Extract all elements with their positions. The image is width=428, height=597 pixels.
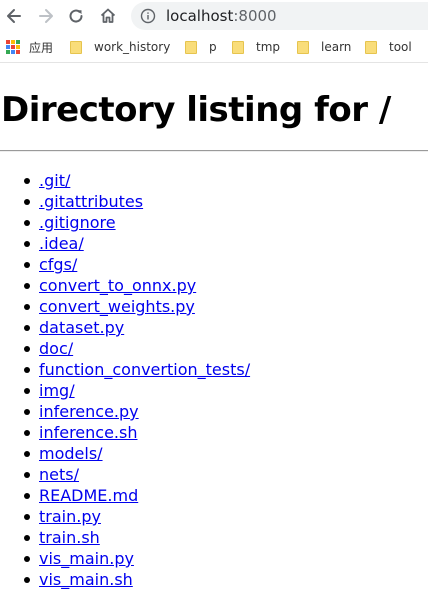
list-item: dataset.py [0,317,250,338]
bookmarks-bar: 应用 work_history p tmp learn tool [0,32,428,63]
directory-list: .git/ .gitattributes .gitignore .idea/ c… [0,170,250,590]
bookmark-apps-label: 应用 [29,40,54,55]
bullet [24,220,30,226]
entry-link[interactable]: convert_weights.py [39,297,195,316]
list-item: train.py [0,506,250,527]
list-item: vis_main.sh [0,569,250,590]
entry-link[interactable]: train.sh [39,528,100,547]
entry-link[interactable]: dataset.py [39,318,124,337]
list-item: convert_to_onnx.py [0,275,250,296]
bookmark-label: tool [389,40,412,54]
list-item: .gitattributes [0,191,250,212]
bookmark-tool[interactable]: tool [365,38,412,56]
list-item: .gitignore [0,212,250,233]
apps-grid-icon [6,40,20,54]
bullet [24,409,30,415]
bullet [24,178,30,184]
bullet [24,367,30,373]
bullet [24,556,30,562]
list-item: train.sh [0,527,250,548]
entry-link[interactable]: .gitattributes [39,192,143,211]
home-button[interactable] [96,4,120,28]
list-item: models/ [0,443,250,464]
page-content: Directory listing for / .git/ .gitattrib… [0,63,428,597]
entry-link[interactable]: doc/ [39,339,73,358]
list-item: img/ [0,380,250,401]
reload-button[interactable] [64,4,88,28]
bookmark-label: p [209,40,217,54]
info-icon[interactable] [140,8,156,24]
folder-icon [297,40,309,54]
bullet [24,472,30,478]
url-text[interactable]: localhost:8000 [166,7,277,25]
entry-link[interactable]: models/ [39,444,103,463]
list-item: .git/ [0,170,250,191]
page-title: Directory listing for / [1,90,391,130]
entry-link[interactable]: vis_main.py [39,549,134,568]
address-bar[interactable]: localhost:8000 [131,2,428,30]
divider [0,150,428,152]
list-item: function_convertion_tests/ [0,359,250,380]
bullet [24,325,30,331]
bullet [24,304,30,310]
bullet [24,577,30,583]
bullet [24,493,30,499]
bookmark-label: learn [321,40,352,54]
entry-link[interactable]: train.py [39,507,101,526]
folder-icon [232,40,244,54]
bullet [24,388,30,394]
entry-link[interactable]: function_convertion_tests/ [39,360,250,379]
list-item: convert_weights.py [0,296,250,317]
folder-icon [70,40,82,54]
entry-link[interactable]: README.md [39,486,138,505]
url-host: localhost [166,7,234,25]
home-icon [100,8,116,23]
bookmark-work-history[interactable]: work_history [70,38,170,56]
url-port: :8000 [233,7,277,25]
entry-link[interactable]: vis_main.sh [39,570,133,589]
folder-icon [365,40,377,54]
bullet [24,451,30,457]
arrow-right-icon [39,9,53,23]
list-item: .idea/ [0,233,250,254]
entry-link[interactable]: inference.py [39,402,139,421]
bookmark-learn[interactable]: learn [297,38,351,56]
bullet [24,346,30,352]
bullet [24,430,30,436]
bullet [24,199,30,205]
bookmark-label: tmp [256,40,281,54]
entry-link[interactable]: convert_to_onnx.py [39,276,196,295]
bullet [24,262,30,268]
list-item: nets/ [0,464,250,485]
list-item: doc/ [0,338,250,359]
bullet [24,283,30,289]
bookmark-apps[interactable]: 应用 [6,38,53,56]
list-item: vis_main.py [0,548,250,569]
reload-icon [69,9,83,23]
list-item: inference.py [0,401,250,422]
list-item: inference.sh [0,422,250,443]
entry-link[interactable]: .idea/ [39,234,84,253]
bullet [24,514,30,520]
entry-link[interactable]: .gitignore [39,213,116,232]
arrow-left-icon [7,9,21,23]
entry-link[interactable]: .git/ [39,171,70,190]
bookmark-p[interactable]: p [185,38,217,56]
bullet [24,241,30,247]
forward-button[interactable] [34,4,58,28]
list-item: README.md [0,485,250,506]
bookmark-tmp[interactable]: tmp [232,38,280,56]
bullet [24,535,30,541]
entry-link[interactable]: cfgs/ [39,255,77,274]
back-button[interactable] [2,4,26,28]
folder-icon [185,40,197,54]
bookmark-label: work_history [94,40,171,54]
browser-toolbar: localhost:8000 [0,0,428,32]
entry-link[interactable]: img/ [39,381,75,400]
entry-link[interactable]: nets/ [39,465,79,484]
entry-link[interactable]: inference.sh [39,423,137,442]
list-item: cfgs/ [0,254,250,275]
